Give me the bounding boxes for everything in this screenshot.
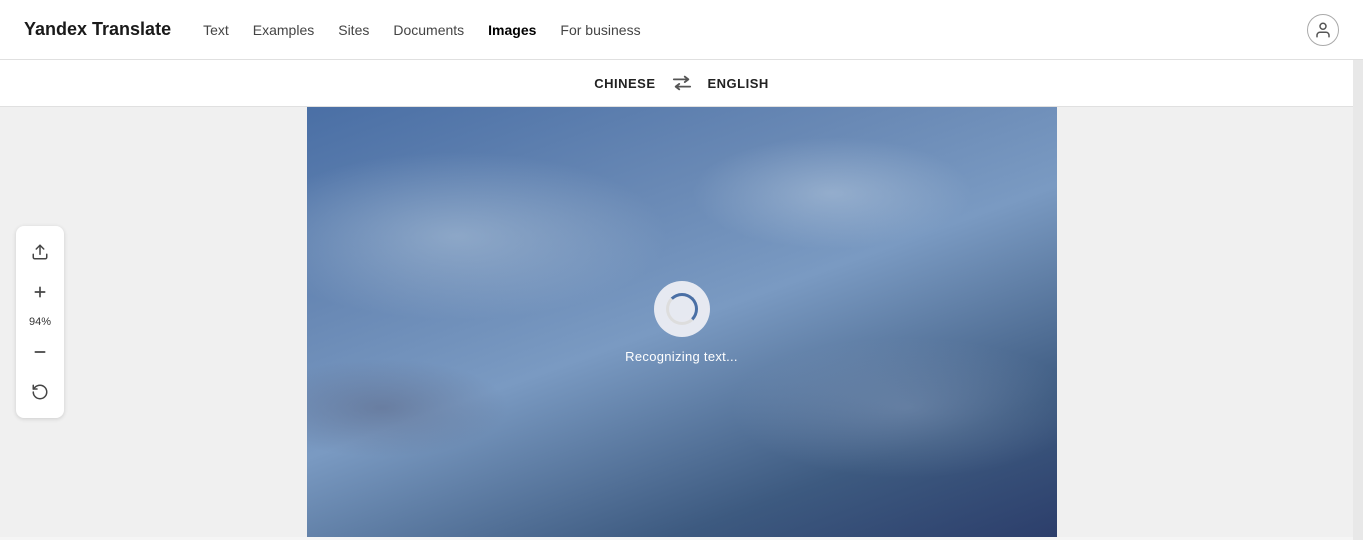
nav-menu: Text Examples Sites Documents Images For… [203,18,1307,42]
nav-item-examples[interactable]: Examples [253,18,314,42]
zoom-out-button[interactable] [24,336,56,368]
navbar: Yandex Translate Text Examples Sites Doc… [0,0,1363,60]
nav-item-documents[interactable]: Documents [393,18,464,42]
plus-icon [32,284,48,300]
user-avatar-icon [1307,14,1339,46]
nav-item-sites[interactable]: Sites [338,18,369,42]
nav-item-images[interactable]: Images [488,18,536,42]
zoom-level-display: 94% [29,316,51,328]
zoom-in-button[interactable] [24,276,56,308]
reset-view-button[interactable] [24,376,56,408]
loading-spinner [666,293,698,325]
reset-icon [31,383,49,401]
swap-icon [672,74,692,92]
scrollbar-track [1353,0,1363,540]
loading-overlay: Recognizing text... [307,107,1057,537]
swap-languages-button[interactable] [672,74,692,92]
nav-item-text[interactable]: Text [203,18,229,42]
user-account-button[interactable] [1307,14,1339,46]
upload-icon [31,243,49,261]
upload-image-button[interactable] [24,236,56,268]
loading-text: Recognizing text... [625,349,738,364]
person-icon [1314,21,1332,39]
nav-item-forbusiness[interactable]: For business [560,18,640,42]
spinner-container [654,281,710,337]
target-language-label[interactable]: ENGLISH [708,76,769,91]
image-display-area: Recognizing text... [307,107,1057,537]
source-language-label[interactable]: CHINESE [594,76,655,91]
minus-icon [32,344,48,360]
main-content-area: 94% Recognizing text... [0,107,1363,537]
sidebar-tools-panel: 94% [16,226,64,418]
brand-logo[interactable]: Yandex Translate [24,19,171,40]
language-bar: CHINESE ENGLISH [0,60,1363,107]
